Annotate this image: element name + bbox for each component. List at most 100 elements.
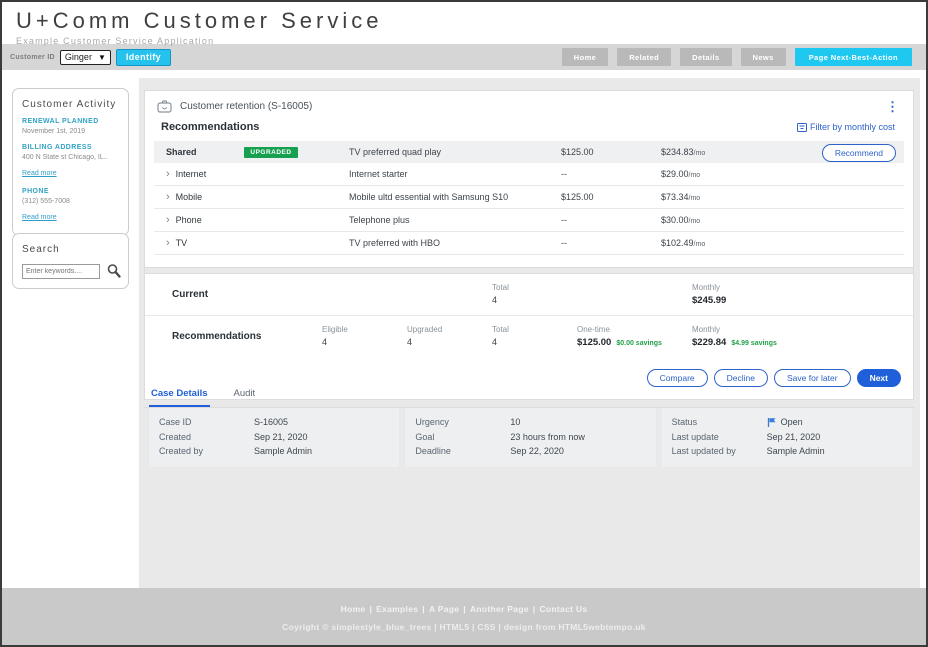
expand-chevron-icon[interactable]: › <box>166 170 170 179</box>
filter-by-monthly-cost-link[interactable]: Filter by monthly cost <box>797 122 895 132</box>
footer-links: Home|Examples|A Page|Another Page|Contac… <box>2 604 926 614</box>
footer-link-a-page[interactable]: A Page <box>429 604 459 614</box>
total-cell: Total 4 <box>492 325 577 348</box>
customer-id-label: Customer ID <box>10 54 55 61</box>
filter-icon <box>797 123 807 132</box>
row-monthly: $102.49 <box>661 238 694 248</box>
status-value: Open <box>767 415 803 430</box>
row-name: Shared <box>166 147 197 157</box>
current-total: Total 4 <box>492 283 577 306</box>
row-plan: TV preferred with HBO <box>349 238 561 248</box>
recommendations-heading: Recommendations <box>161 121 259 133</box>
overflow-menu-icon[interactable]: ⋮ <box>882 102 903 112</box>
app-header: U+Comm Customer Service Example Customer… <box>2 2 926 44</box>
recommendations-table: Shared UPGRADED TV preferred quad play $… <box>154 141 904 255</box>
row-plan: Mobile ultd essential with Samsung S10 <box>349 192 561 202</box>
field-value: 23 hours from now <box>510 430 585 445</box>
identify-button[interactable]: Identify <box>116 49 171 66</box>
recommend-button[interactable]: Recommend <box>822 144 896 162</box>
row-plan: Telephone plus <box>349 215 561 225</box>
customer-id-value: Ginger <box>65 52 92 62</box>
eligible-value: 4 <box>322 337 407 347</box>
page-footer: Home|Examples|A Page|Another Page|Contac… <box>2 588 926 647</box>
app-title: U+Comm Customer Service <box>16 8 926 34</box>
row-name: Mobile <box>176 192 203 202</box>
tab-audit[interactable]: Audit <box>232 383 258 407</box>
flag-icon <box>767 417 777 427</box>
expand-chevron-icon[interactable]: › <box>166 216 170 225</box>
upgraded-value: 4 <box>407 337 492 347</box>
field-value: S-16005 <box>254 415 288 430</box>
footer-link-another-page[interactable]: Another Page <box>470 604 529 614</box>
table-row-internet: ›Internet Internet starter -- $29.00/mo <box>154 163 904 186</box>
search-icon[interactable] <box>106 263 122 279</box>
case-title: Customer retention (S-16005) <box>180 101 882 112</box>
filter-link-label: Filter by monthly cost <box>810 122 895 132</box>
table-row-phone: ›Phone Telephone plus -- $30.00/mo <box>154 209 904 232</box>
field-value: Sep 21, 2020 <box>254 430 308 445</box>
activity-item-renewal: RENEWAL PLANNED November 1st, 2019 <box>22 118 119 136</box>
customer-id-select[interactable]: Ginger ▼ <box>60 50 111 65</box>
row-monthly: $29.00 <box>661 169 689 179</box>
per-month-suffix: /mo <box>689 218 701 225</box>
expand-chevron-icon[interactable]: › <box>166 193 170 202</box>
field-label: Goal <box>415 430 510 445</box>
field-label: Case ID <box>159 415 254 430</box>
monthly-value: $245.99 <box>692 295 905 306</box>
total-caption: Total <box>492 325 577 334</box>
field-label: Last update <box>672 430 767 445</box>
field-value: Sample Admin <box>254 444 312 459</box>
case-details-grid: Case IDS-16005 CreatedSep 21, 2020 Creat… <box>149 408 912 467</box>
footer-separator: | <box>463 604 466 614</box>
nav-news-button[interactable]: News <box>741 48 786 66</box>
customer-activity-title: Customer Activity <box>22 99 119 110</box>
footer-separator: | <box>369 604 372 614</box>
table-row-mobile: › Mobile Mobile ultd essential with Samsu… <box>154 186 904 209</box>
nav-next-best-action-button[interactable]: Page Next-Best-Action <box>795 48 912 66</box>
field-label: Created by <box>159 444 254 459</box>
activity-item-billing: BILLING ADDRESS 400 N State st Chicago, … <box>22 144 119 180</box>
field-label: Status <box>672 415 767 430</box>
field-value: Sep 22, 2020 <box>510 444 564 459</box>
read-more-link[interactable]: Read more <box>22 170 57 177</box>
case-card: Customer retention (S-16005) ⋮ Recommend… <box>144 90 914 400</box>
row-monthly: $73.34 <box>661 192 689 202</box>
search-title: Search <box>22 244 119 255</box>
read-more-link[interactable]: Read more <box>22 214 57 221</box>
footer-link-examples[interactable]: Examples <box>376 604 418 614</box>
activity-value: (312) 555-7008 <box>22 197 119 206</box>
row-name: Phone <box>176 215 202 225</box>
one-time-amount: $125.00 <box>577 337 611 348</box>
per-month-suffix: /mo <box>689 195 701 202</box>
nav-home-button[interactable]: Home <box>562 48 608 66</box>
dropdown-arrow-icon: ▼ <box>98 53 106 62</box>
per-month-suffix: /mo <box>689 172 701 179</box>
recommendations-summary-row: Recommendations Eligible 4 Upgraded 4 To… <box>145 316 913 357</box>
upgraded-cell: Upgraded 4 <box>407 325 492 348</box>
recommendations-label: Recommendations <box>172 331 322 342</box>
footer-copyright: Coyright © simplestyle_blue_trees | HTML… <box>2 622 926 632</box>
expand-chevron-icon[interactable]: › <box>166 239 170 248</box>
total-value: 4 <box>492 337 577 347</box>
field-label: Created <box>159 430 254 445</box>
row-monthly: $234.83 <box>661 147 694 157</box>
case-details-block-3: Status Open Last updateSep 21, 2020 Last… <box>662 408 912 467</box>
activity-label: BILLING ADDRESS <box>22 144 119 151</box>
tab-case-details[interactable]: Case Details <box>149 383 210 407</box>
per-month-suffix: /mo <box>694 150 706 157</box>
nav-details-button[interactable]: Details <box>680 48 731 66</box>
footer-link-contact-us[interactable]: Contact Us <box>539 604 587 614</box>
footer-link-home[interactable]: Home <box>341 604 366 614</box>
row-one-time: -- <box>561 238 661 248</box>
monthly-cell: Monthly $229.84$4.99 savings <box>692 325 905 348</box>
upgraded-badge: UPGRADED <box>244 147 298 158</box>
monthly-value: $229.84$4.99 savings <box>692 337 905 348</box>
row-one-time: -- <box>561 215 661 225</box>
footer-separator: | <box>422 604 425 614</box>
search-input[interactable] <box>22 264 100 279</box>
eligible-cell: Eligible 4 <box>322 325 407 348</box>
table-row-tv: ›TV TV preferred with HBO -- $102.49/mo <box>154 232 904 255</box>
status-text: Open <box>781 415 803 430</box>
nav-related-button[interactable]: Related <box>617 48 671 66</box>
one-time-cell: One-time $125.00$0.00 savings <box>577 325 692 348</box>
